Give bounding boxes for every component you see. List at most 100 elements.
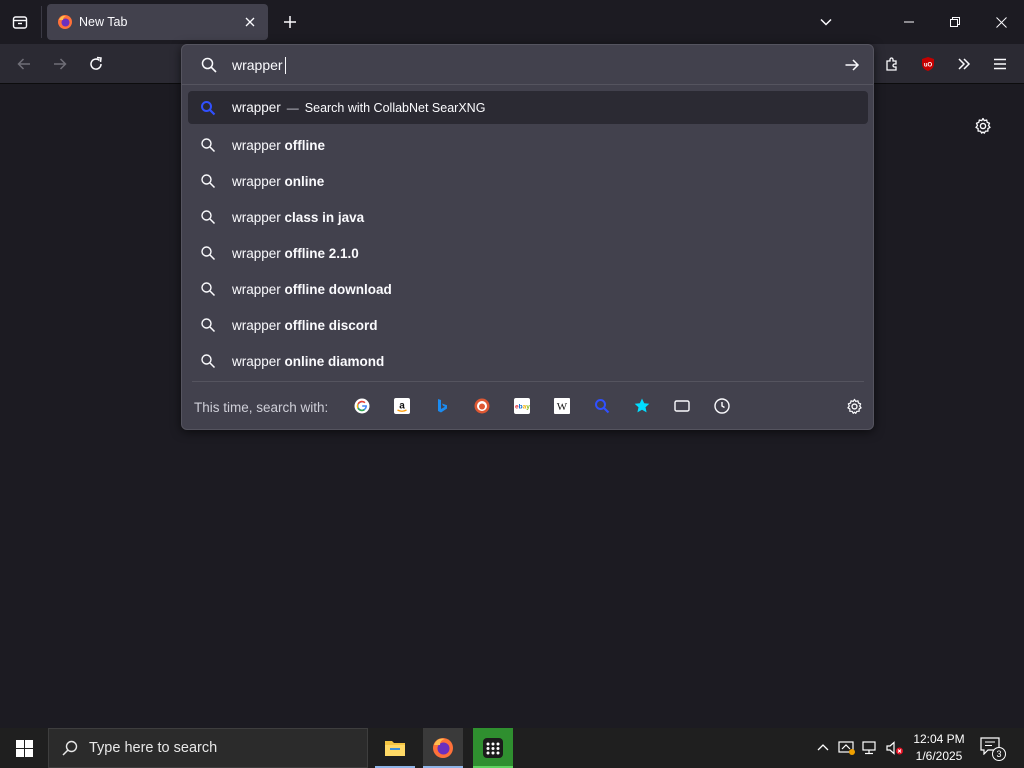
arrow-right-icon	[845, 59, 860, 71]
show-hidden-icons-button[interactable]	[813, 738, 833, 758]
tray-device-icon-button[interactable]	[837, 738, 857, 758]
close-tab-button[interactable]	[238, 10, 262, 34]
bing-icon	[438, 399, 447, 413]
firefox-view-icon	[12, 16, 28, 29]
duckduckgo-icon	[474, 398, 490, 414]
suggestion-text: wrapper offline 2.1.0	[232, 246, 359, 261]
taskbar-clock[interactable]: 12:04 PM 1/6/2025	[905, 731, 973, 765]
customize-new-tab-button[interactable]	[970, 113, 996, 139]
suggestion-prefix: wrapper	[232, 281, 281, 297]
suggestion-prefix: wrapper	[232, 173, 281, 189]
tab-new-tab[interactable]: New Tab	[47, 4, 268, 40]
restore-button[interactable]	[932, 0, 978, 44]
suggestion-completion: offline download	[284, 281, 392, 297]
search-suggestion[interactable]: wrapper offline discord	[188, 307, 868, 343]
windows-logo-icon	[15, 739, 33, 757]
new-tab-button[interactable]	[276, 8, 304, 36]
ebay-icon: ebay	[514, 398, 530, 414]
start-button[interactable]	[0, 728, 48, 768]
search-suggestion[interactable]: wrapper offline	[188, 127, 868, 163]
extensions-button[interactable]	[877, 49, 907, 79]
close-icon	[995, 16, 1007, 28]
taskbar-file-explorer[interactable]	[375, 728, 415, 768]
minimize-button[interactable]	[886, 0, 932, 44]
suggestion-completion: offline	[284, 137, 326, 153]
device-warning-icon	[838, 741, 855, 755]
google-engine-button[interactable]	[352, 396, 372, 416]
search-icon	[62, 740, 78, 756]
tray-volume-button[interactable]	[885, 738, 905, 758]
search-settings-button[interactable]	[844, 396, 864, 416]
back-button[interactable]	[9, 49, 39, 79]
firefox-view-button[interactable]	[6, 8, 34, 36]
window-close-button[interactable]	[978, 0, 1024, 44]
list-all-tabs-button[interactable]	[812, 8, 840, 36]
suggestion-text: wrapper online diamond	[232, 354, 384, 369]
reload-icon	[90, 56, 102, 70]
search-icon	[200, 353, 216, 369]
taskbar-firefox[interactable]	[423, 728, 463, 768]
action-center-button[interactable]: 3	[980, 737, 1008, 761]
overflow-menu-button[interactable]	[949, 49, 979, 79]
wikipedia-engine-button[interactable]: W	[552, 396, 572, 416]
tray-network-button[interactable]	[861, 738, 881, 758]
search-suggestion[interactable]: wrapper offline download	[188, 271, 868, 307]
double-chevron-right-icon	[958, 58, 971, 70]
app-menu-button[interactable]	[985, 49, 1015, 79]
tabs-icon	[674, 400, 690, 412]
result-action: Search with CollabNet SearXNG	[304, 101, 486, 115]
search-icon	[200, 137, 216, 153]
svg-text:uO: uO	[924, 63, 933, 69]
heuristic-result[interactable]: wrapper — Search with CollabNet SearXNG	[188, 91, 868, 124]
search-suggestion[interactable]: wrapper online diamond	[188, 343, 868, 379]
result-text: wrapper — Search with CollabNet SearXNG	[232, 100, 485, 115]
arrow-right-icon	[54, 58, 67, 70]
google-icon	[354, 398, 370, 414]
urlbar-results: wrapper — Search with CollabNet SearXNG wr…	[188, 91, 868, 379]
tabs-engine-button[interactable]	[672, 396, 692, 416]
ublock-icon: uO	[922, 57, 934, 71]
taskbar-app-grid[interactable]	[473, 728, 513, 768]
gear-icon	[975, 117, 991, 134]
one-off-search-bar: This time, search with: a ebay W	[192, 381, 864, 429]
forward-button[interactable]	[45, 49, 75, 79]
bookmarks-icon	[634, 398, 650, 413]
clock-time: 12:04 PM	[913, 732, 965, 746]
network-icon	[862, 741, 876, 755]
reload-button[interactable]	[81, 49, 111, 79]
bookmarks-engine-button[interactable]	[632, 396, 652, 416]
search-icon	[200, 281, 216, 297]
bing-engine-button[interactable]	[432, 396, 452, 416]
puzzle-icon	[886, 57, 897, 71]
chevron-up-icon	[817, 744, 829, 751]
urlbar-input-row[interactable]: wrapper	[182, 45, 873, 85]
suggestion-text: wrapper offline discord	[232, 318, 378, 333]
svg-text:a: a	[399, 401, 405, 412]
arrow-left-icon	[17, 58, 30, 70]
taskbar-search-box[interactable]: Type here to search	[48, 728, 368, 768]
searxng-engine-button[interactable]	[592, 396, 612, 416]
urlbar-input[interactable]: wrapper	[232, 56, 286, 74]
amazon-engine-button[interactable]: a	[392, 396, 412, 416]
firefox-icon	[58, 15, 72, 29]
go-button[interactable]	[840, 54, 864, 76]
chevron-down-icon	[820, 18, 832, 26]
volume-muted-icon	[886, 741, 903, 755]
search-suggestion[interactable]: wrapper online	[188, 163, 868, 199]
result-separator: —	[286, 101, 299, 115]
gear-icon	[846, 398, 862, 414]
firefox-icon	[433, 738, 453, 758]
result-query: wrapper	[232, 100, 281, 115]
search-suggestion[interactable]: wrapper offline 2.1.0	[188, 235, 868, 271]
ebay-engine-button[interactable]: ebay	[512, 396, 532, 416]
duckduckgo-engine-button[interactable]	[472, 396, 492, 416]
history-icon	[714, 398, 730, 414]
ublock-origin-button[interactable]: uO	[913, 49, 943, 79]
suggestion-prefix: wrapper	[232, 137, 281, 153]
hamburger-menu-icon	[994, 58, 1006, 70]
search-suggestion[interactable]: wrapper class in java	[188, 199, 868, 235]
amazon-icon: a	[394, 398, 410, 414]
clock-date: 1/6/2025	[915, 749, 963, 763]
windows-taskbar: Type here to search 12:04 PM 1/6/2025 3	[0, 728, 1024, 768]
history-engine-button[interactable]	[712, 396, 732, 416]
